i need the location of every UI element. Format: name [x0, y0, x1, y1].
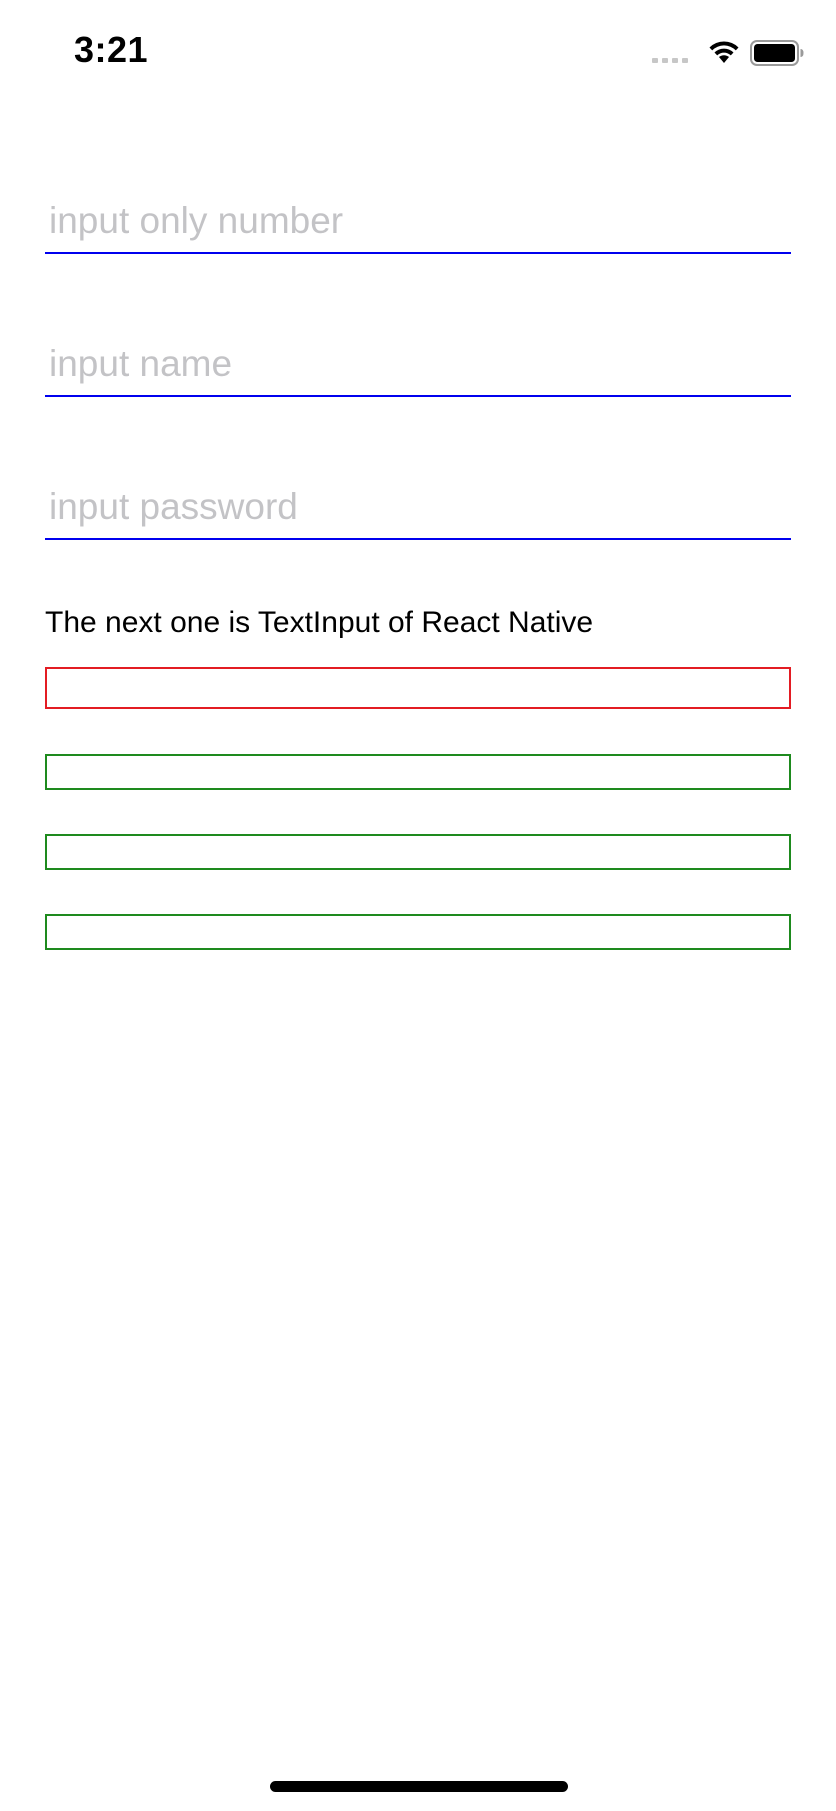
number-input[interactable]: [49, 192, 779, 250]
password-input[interactable]: [49, 478, 779, 536]
react-native-caption: The next one is TextInput of React Nativ…: [45, 606, 594, 639]
green-text-input-2[interactable]: [45, 834, 791, 870]
react-native-text-input[interactable]: [45, 667, 791, 709]
name-field: [45, 335, 791, 397]
wifi-icon: [709, 41, 739, 63]
status-bar: 3:21: [0, 0, 836, 100]
number-field: [45, 192, 791, 254]
battery-icon: [750, 40, 804, 66]
status-time: 3:21: [74, 29, 149, 70]
green-text-input-1[interactable]: [45, 754, 791, 790]
name-input[interactable]: [49, 335, 779, 393]
green-text-input-3[interactable]: [45, 914, 791, 950]
cellular-signal-icon: [652, 58, 688, 63]
home-indicator[interactable]: [270, 1781, 568, 1792]
password-field: [45, 478, 791, 540]
